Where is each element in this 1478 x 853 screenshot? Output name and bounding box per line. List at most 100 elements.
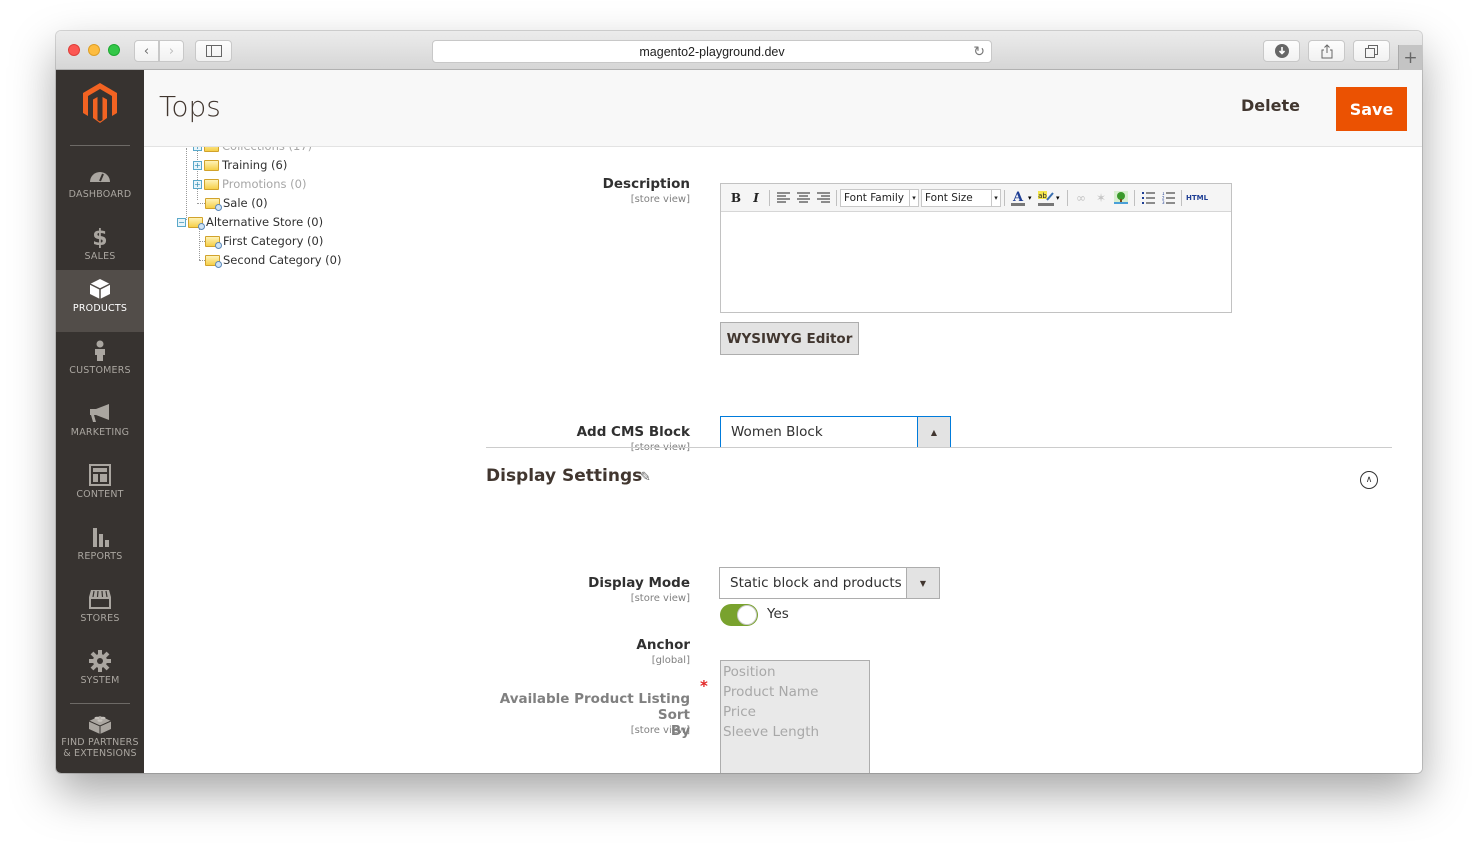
nav-item-products[interactable]: PRODUCTS bbox=[56, 270, 144, 332]
folder-search-icon bbox=[188, 216, 205, 230]
unlink-icon: ✶ bbox=[1095, 190, 1107, 205]
display-mode-select[interactable]: Static block and products ▼ bbox=[719, 567, 940, 599]
cms-block-select[interactable]: Women Block ▲ bbox=[720, 416, 951, 448]
svg-text:A: A bbox=[1012, 190, 1024, 205]
align-left-icon bbox=[776, 192, 790, 203]
tree-node[interactable]: + Promotions (0) bbox=[193, 177, 306, 191]
background-color-button[interactable]: ab bbox=[1036, 189, 1056, 207]
align-left-button[interactable] bbox=[773, 189, 793, 207]
editor-toolbar: B I Font Family ▾ Font Size ▾ A ▾ ab ▾ ∞… bbox=[721, 184, 1231, 212]
font-family-select[interactable]: Font Family ▾ bbox=[840, 188, 919, 207]
insert-link-button[interactable]: ∞ bbox=[1071, 189, 1091, 207]
anchor-value: Yes bbox=[767, 606, 789, 622]
bullet-list-icon bbox=[1141, 191, 1155, 204]
expand-icon[interactable]: + bbox=[193, 160, 202, 170]
plus-icon: + bbox=[1403, 47, 1418, 68]
tree-node[interactable]: − Alternative Store (0) bbox=[177, 215, 323, 230]
align-center-button[interactable] bbox=[793, 189, 813, 207]
bullet-list-button[interactable] bbox=[1138, 189, 1158, 207]
italic-button[interactable]: I bbox=[746, 189, 766, 207]
nav-item-content[interactable]: CONTENT bbox=[56, 456, 144, 518]
dropdown-arrow-icon: ▾ bbox=[909, 189, 918, 206]
description-scope: [store view] bbox=[630, 194, 690, 205]
nav-item-find-partners[interactable]: FIND PARTNERS & EXTENSIONS bbox=[56, 708, 144, 773]
save-button[interactable]: Save bbox=[1336, 87, 1407, 131]
nav-item-system[interactable]: SYSTEM bbox=[56, 642, 144, 704]
sort-option[interactable]: Price bbox=[723, 702, 867, 722]
section-divider bbox=[486, 447, 1392, 448]
nav-item-stores[interactable]: STORES bbox=[56, 580, 144, 642]
admin-sidebar: DASHBOARD $ SALES PRODUCTS CUSTOMERS MAR… bbox=[56, 70, 144, 773]
tree-guide bbox=[197, 148, 198, 200]
numbered-list-icon: 123 bbox=[1162, 192, 1175, 204]
page-actions-header: Tops Delete Save bbox=[144, 70, 1422, 147]
zoom-window-button[interactable] bbox=[108, 44, 120, 56]
bar-chart-icon bbox=[93, 528, 109, 547]
image-icon bbox=[1114, 191, 1128, 204]
downloads-button[interactable] bbox=[1263, 40, 1300, 62]
chevron-down-icon[interactable]: ▼ bbox=[906, 568, 939, 598]
nav-divider bbox=[70, 145, 130, 146]
text-color-dropdown[interactable]: ▾ bbox=[1028, 194, 1036, 202]
align-right-button[interactable] bbox=[813, 189, 833, 207]
close-window-button[interactable] bbox=[68, 44, 80, 56]
address-bar[interactable]: magento2-playground.dev ↻ bbox=[432, 40, 992, 63]
required-mark: * bbox=[700, 677, 708, 695]
wysiwyg-editor-button[interactable]: WYSIWYG Editor bbox=[720, 322, 859, 355]
back-button[interactable]: ‹ bbox=[134, 40, 159, 62]
person-icon bbox=[95, 340, 105, 361]
sort-by-multiselect[interactable]: Position Product Name Price Sleeve Lengt… bbox=[720, 660, 870, 773]
tree-node[interactable]: Sale (0) bbox=[205, 196, 268, 211]
sort-option[interactable]: Position bbox=[723, 662, 867, 682]
tree-node[interactable]: Second Category (0) bbox=[205, 253, 341, 268]
background-color-dropdown[interactable]: ▾ bbox=[1056, 194, 1064, 202]
numbered-list-button[interactable]: 123 bbox=[1158, 189, 1178, 207]
nav-item-customers[interactable]: CUSTOMERS bbox=[56, 332, 144, 394]
dollar-icon: $ bbox=[92, 226, 107, 248]
tree-node[interactable]: + Training (6) bbox=[193, 158, 287, 172]
font-size-select[interactable]: Font Size ▾ bbox=[921, 188, 1001, 207]
sort-option[interactable]: Sleeve Length bbox=[723, 722, 867, 742]
gear-icon bbox=[89, 650, 111, 672]
insert-image-button[interactable] bbox=[1111, 189, 1131, 207]
new-tab-button[interactable]: + bbox=[1398, 45, 1422, 70]
folder-search-icon bbox=[205, 235, 222, 249]
reload-icon[interactable]: ↻ bbox=[973, 43, 985, 60]
nav-item-marketing[interactable]: MARKETING bbox=[56, 394, 144, 456]
nav-item-dashboard[interactable]: DASHBOARD bbox=[56, 156, 144, 218]
magento-logo[interactable] bbox=[83, 83, 117, 123]
nav-divider bbox=[70, 703, 130, 704]
expand-icon[interactable]: + bbox=[193, 179, 202, 189]
box-icon bbox=[89, 279, 111, 299]
anchor-label: Anchor bbox=[636, 637, 690, 653]
browser-window: ‹ › magento2-playground.dev ↻ + DASHBOAR… bbox=[56, 31, 1422, 773]
unlink-button[interactable]: ✶ bbox=[1091, 189, 1111, 207]
anchor-toggle[interactable] bbox=[720, 604, 758, 626]
show-tabs-button[interactable] bbox=[1353, 40, 1390, 62]
sidebar-toggle-button[interactable] bbox=[195, 40, 232, 62]
share-button[interactable] bbox=[1308, 40, 1345, 62]
layout-icon bbox=[89, 464, 111, 486]
tree-node[interactable]: First Category (0) bbox=[205, 234, 323, 249]
toolbar-separator bbox=[769, 189, 770, 206]
collapse-icon[interactable]: − bbox=[177, 217, 186, 227]
text-color-button[interactable]: A bbox=[1008, 189, 1028, 207]
sort-option[interactable]: Product Name bbox=[723, 682, 867, 702]
megaphone-icon bbox=[90, 404, 109, 422]
chevron-up-icon[interactable]: ▲ bbox=[917, 417, 950, 447]
collapse-section-icon[interactable]: ∧ bbox=[1360, 471, 1378, 489]
minimize-window-button[interactable] bbox=[88, 44, 100, 56]
forward-button[interactable]: › bbox=[159, 40, 184, 62]
display-settings-title[interactable]: Display Settings bbox=[486, 466, 642, 486]
bold-button[interactable]: B bbox=[726, 189, 746, 207]
nav-item-reports[interactable]: REPORTS bbox=[56, 518, 144, 580]
toolbar-separator bbox=[836, 189, 837, 206]
anchor-scope: [global] bbox=[651, 655, 690, 666]
html-source-button[interactable]: HTML bbox=[1185, 189, 1209, 207]
storefront-icon bbox=[89, 590, 111, 609]
sidebar-icon bbox=[205, 45, 222, 57]
description-editor-body[interactable] bbox=[721, 212, 1231, 312]
chevron-right-icon: › bbox=[168, 43, 175, 59]
delete-button[interactable]: Delete bbox=[1241, 96, 1300, 115]
svg-text:3: 3 bbox=[1162, 200, 1165, 204]
